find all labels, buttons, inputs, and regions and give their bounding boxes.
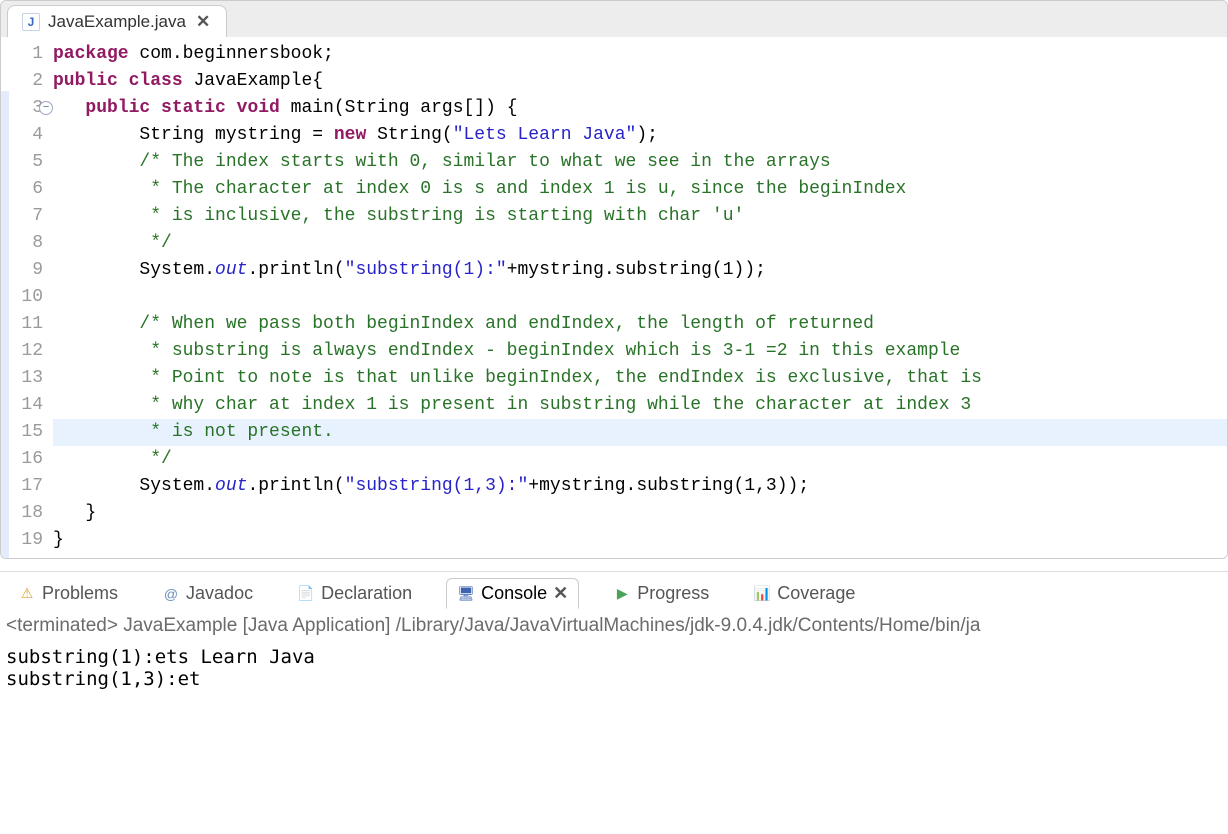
view-tab-label: Console	[481, 583, 547, 604]
code-line[interactable]: }	[53, 500, 1227, 527]
view-tab-label: Progress	[637, 583, 709, 604]
line-number[interactable]: 5	[13, 149, 43, 176]
line-number[interactable]: 9	[13, 257, 43, 284]
code-line[interactable]: /* When we pass both beginIndex and endI…	[53, 311, 1227, 338]
code-line[interactable]: */	[53, 446, 1227, 473]
view-tab-label: Declaration	[321, 583, 412, 604]
marker-strip	[1, 37, 9, 558]
code-line[interactable]: String mystring = new String("Lets Learn…	[53, 122, 1227, 149]
code-line[interactable]: * why char at index 1 is present in subs…	[53, 392, 1227, 419]
line-number[interactable]: 3−	[13, 95, 43, 122]
line-number[interactable]: 16	[13, 446, 43, 473]
code-line[interactable]: System.out.println("substring(1,3):"+mys…	[53, 473, 1227, 500]
line-number[interactable]: 2	[13, 68, 43, 95]
line-number[interactable]: 7	[13, 203, 43, 230]
javadoc-icon: @	[162, 585, 180, 603]
line-number[interactable]: 4	[13, 122, 43, 149]
code-line[interactable]: */	[53, 230, 1227, 257]
editor-panel: J JavaExample.java ✕ 123−456789101112131…	[0, 0, 1228, 559]
coverage-icon: 📊	[753, 585, 771, 603]
code-line[interactable]: package com.beginnersbook;	[53, 41, 1227, 68]
view-tab-problems[interactable]: ⚠ Problems	[8, 579, 128, 608]
java-file-icon: J	[22, 13, 40, 31]
code-line[interactable]: * substring is always endIndex - beginIn…	[53, 338, 1227, 365]
line-number[interactable]: 10	[13, 284, 43, 311]
code-area[interactable]: 123−45678910111213141516171819 package c…	[1, 37, 1227, 558]
view-tab-coverage[interactable]: 📊 Coverage	[743, 579, 865, 608]
view-tab-label: Problems	[42, 583, 118, 604]
problems-icon: ⚠	[18, 585, 36, 603]
console-icon: 🖥	[457, 585, 475, 603]
editor-tab[interactable]: J JavaExample.java ✕	[7, 5, 227, 37]
close-icon[interactable]: ✕	[553, 583, 568, 604]
declaration-icon: 📄	[297, 585, 315, 603]
line-number-gutter[interactable]: 123−45678910111213141516171819	[9, 37, 53, 558]
code-line[interactable]: * is inclusive, the substring is startin…	[53, 203, 1227, 230]
code-line[interactable]: * The character at index 0 is s and inde…	[53, 176, 1227, 203]
line-number[interactable]: 11	[13, 311, 43, 338]
bottom-views-bar: ⚠ Problems @ Javadoc 📄 Declaration 🖥 Console ✕ ▶…	[0, 571, 1228, 615]
code-line[interactable]: }	[53, 527, 1227, 554]
line-number[interactable]: 6	[13, 176, 43, 203]
line-number[interactable]: 14	[13, 392, 43, 419]
view-tab-progress[interactable]: ▶ Progress	[603, 579, 719, 608]
close-icon[interactable]: ✕	[194, 12, 212, 32]
code-line[interactable]: public class JavaExample{	[53, 68, 1227, 95]
view-tab-label: Javadoc	[186, 583, 253, 604]
line-number[interactable]: 8	[13, 230, 43, 257]
code-line[interactable]: /* The index starts with 0, similar to w…	[53, 149, 1227, 176]
progress-icon: ▶	[613, 585, 631, 603]
code-line[interactable]: public static void main(String args[]) {	[53, 95, 1227, 122]
line-number[interactable]: 1	[13, 41, 43, 68]
line-number[interactable]: 17	[13, 473, 43, 500]
code-line[interactable]: System.out.println("substring(1):"+mystr…	[53, 257, 1227, 284]
code-line[interactable]: * is not present.	[53, 419, 1227, 446]
line-number[interactable]: 18	[13, 500, 43, 527]
line-number[interactable]: 15	[13, 419, 43, 446]
view-tab-label: Coverage	[777, 583, 855, 604]
console-line: substring(1):ets Learn Java	[6, 646, 1222, 668]
console-line: substring(1,3):et	[6, 668, 1222, 690]
view-tab-declaration[interactable]: 📄 Declaration	[287, 579, 422, 608]
line-number[interactable]: 13	[13, 365, 43, 392]
line-number[interactable]: 12	[13, 338, 43, 365]
code-line[interactable]: * Point to note is that unlike beginInde…	[53, 365, 1227, 392]
console-output[interactable]: substring(1):ets Learn Javasubstring(1,3…	[0, 640, 1228, 710]
code-line[interactable]	[53, 284, 1227, 311]
view-tab-console[interactable]: 🖥 Console ✕	[446, 578, 579, 609]
line-number[interactable]: 19	[13, 527, 43, 554]
editor-tab-label: JavaExample.java	[48, 12, 186, 32]
console-status-line: <terminated> JavaExample [Java Applicati…	[0, 615, 1228, 640]
code-lines[interactable]: package com.beginnersbook;public class J…	[53, 37, 1227, 558]
editor-tab-bar: J JavaExample.java ✕	[1, 1, 1227, 37]
fold-toggle-icon[interactable]: −	[39, 101, 53, 115]
view-tab-javadoc[interactable]: @ Javadoc	[152, 579, 263, 608]
